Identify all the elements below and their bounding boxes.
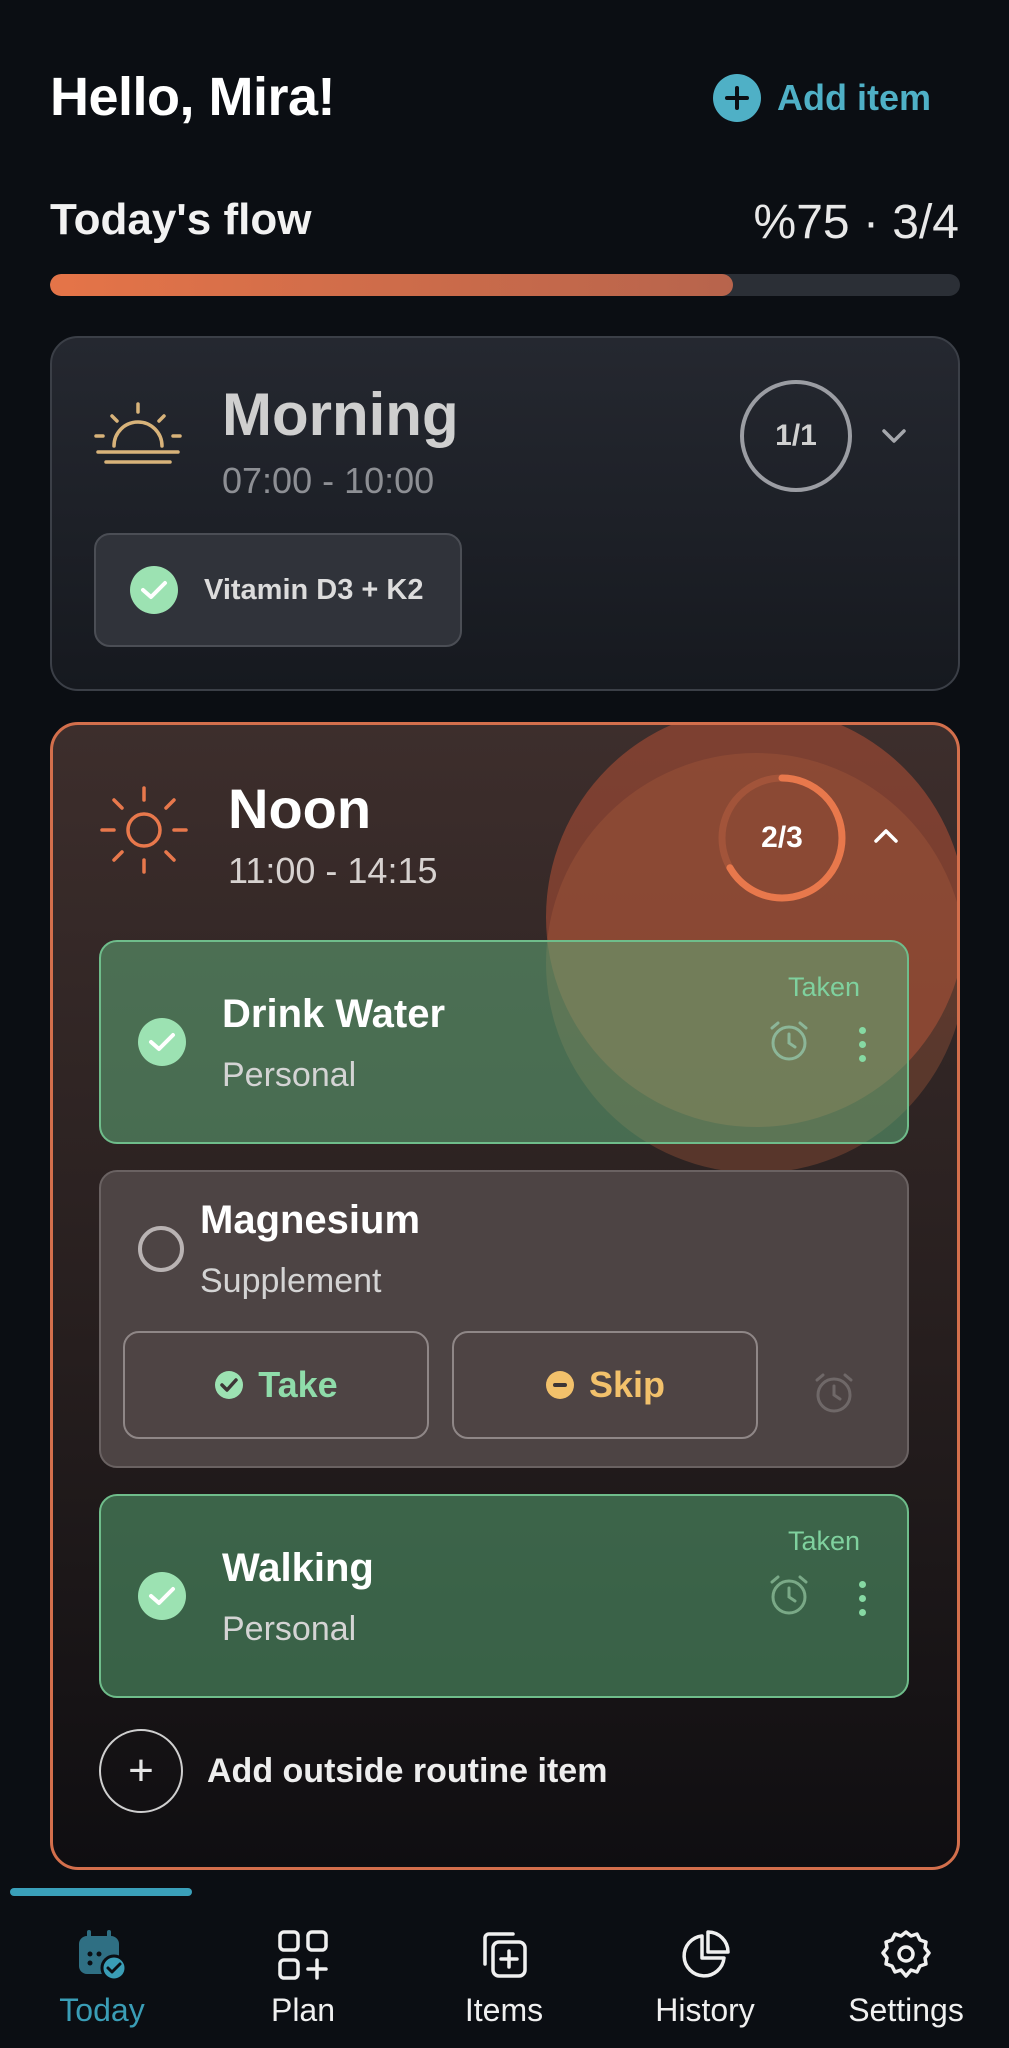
- todays-flow-progress-bar: [50, 274, 960, 296]
- item-title: Walking: [222, 1546, 374, 1590]
- nav-tab-settings[interactable]: Settings: [806, 1928, 1006, 2029]
- stacked-add-icon: [483, 1932, 527, 1978]
- alarm-clock-icon[interactable]: [811, 1370, 857, 1416]
- active-tab-indicator: [10, 1888, 192, 1896]
- nav-label: History: [655, 1992, 755, 2028]
- gear-icon: [881, 1930, 931, 1978]
- alarm-clock-icon[interactable]: [766, 1572, 812, 1618]
- grid-plus-icon: [278, 1930, 328, 1980]
- skip-label: Skip: [588, 1364, 666, 1405]
- nav-label: Today: [59, 1992, 145, 2028]
- pie-chart-icon: [682, 1930, 730, 1978]
- item-title: Drink Water: [222, 992, 446, 1036]
- item-subtitle: Supplement: [200, 1262, 382, 1300]
- add-item-label: Add item: [776, 77, 931, 118]
- add-item-button[interactable]: Add item: [712, 74, 931, 122]
- taken-status: Taken: [788, 972, 861, 1002]
- nav-label: Settings: [848, 1992, 964, 2028]
- todays-flow-value: %75 · 3/4: [753, 196, 959, 249]
- item-subtitle: Personal: [222, 1056, 357, 1094]
- nav-tab-today[interactable]: Today: [2, 1928, 202, 2029]
- chevron-down-icon[interactable]: [880, 422, 908, 450]
- nav-tab-history[interactable]: History: [605, 1928, 805, 2029]
- nav-tab-plan[interactable]: Plan: [203, 1928, 403, 2029]
- more-options-icon[interactable]: [859, 1581, 867, 1616]
- noon-progress-label: 2/3: [761, 821, 803, 854]
- todays-flow-label: Today's flow: [50, 195, 312, 244]
- chevron-up-icon[interactable]: [872, 822, 900, 850]
- take-label: Take: [258, 1364, 338, 1405]
- nav-label: Items: [464, 1992, 544, 2028]
- calendar-check-icon: [79, 1930, 128, 1982]
- noon-time-range: 11:00 - 14:15: [228, 850, 438, 891]
- sun-icon: [100, 786, 188, 874]
- minus-circle-icon: [545, 1371, 574, 1399]
- greeting-title: Hello, Mira!: [50, 67, 336, 127]
- take-button[interactable]: Take: [123, 1331, 429, 1439]
- unchecked-radio[interactable]: [138, 1226, 184, 1272]
- morning-progress-label: 1/1: [775, 419, 817, 452]
- routine-chip-vitamin[interactable]: Vitamin D3 + K2: [94, 533, 462, 647]
- skip-button[interactable]: Skip: [452, 1331, 758, 1439]
- check-icon[interactable]: [138, 1572, 186, 1620]
- progress-fill: [50, 274, 733, 296]
- morning-time-range: 07:00 - 10:00: [222, 460, 435, 501]
- nav-label: Plan: [270, 1992, 336, 2028]
- nav-tab-items[interactable]: Items: [404, 1928, 604, 2029]
- alarm-clock-icon[interactable]: [766, 1018, 812, 1064]
- item-title: Magnesium: [200, 1198, 421, 1242]
- item-subtitle: Personal: [222, 1610, 357, 1648]
- check-circle-icon: [215, 1371, 244, 1399]
- check-icon: [130, 566, 178, 614]
- add-circle-icon: [712, 74, 761, 122]
- add-outside-routine-button[interactable]: +: [99, 1729, 183, 1813]
- morning-title: Morning: [222, 381, 459, 448]
- more-options-icon[interactable]: [859, 1027, 867, 1062]
- morning-progress-ring: 1/1: [740, 380, 852, 492]
- sunrise-icon: [94, 402, 182, 464]
- noon-title: Noon: [228, 777, 372, 840]
- add-outside-routine-label[interactable]: Add outside routine item: [207, 1752, 607, 1791]
- chip-label: Vitamin D3 + K2: [204, 573, 424, 606]
- check-icon[interactable]: [138, 1018, 186, 1066]
- taken-status: Taken: [788, 1526, 861, 1556]
